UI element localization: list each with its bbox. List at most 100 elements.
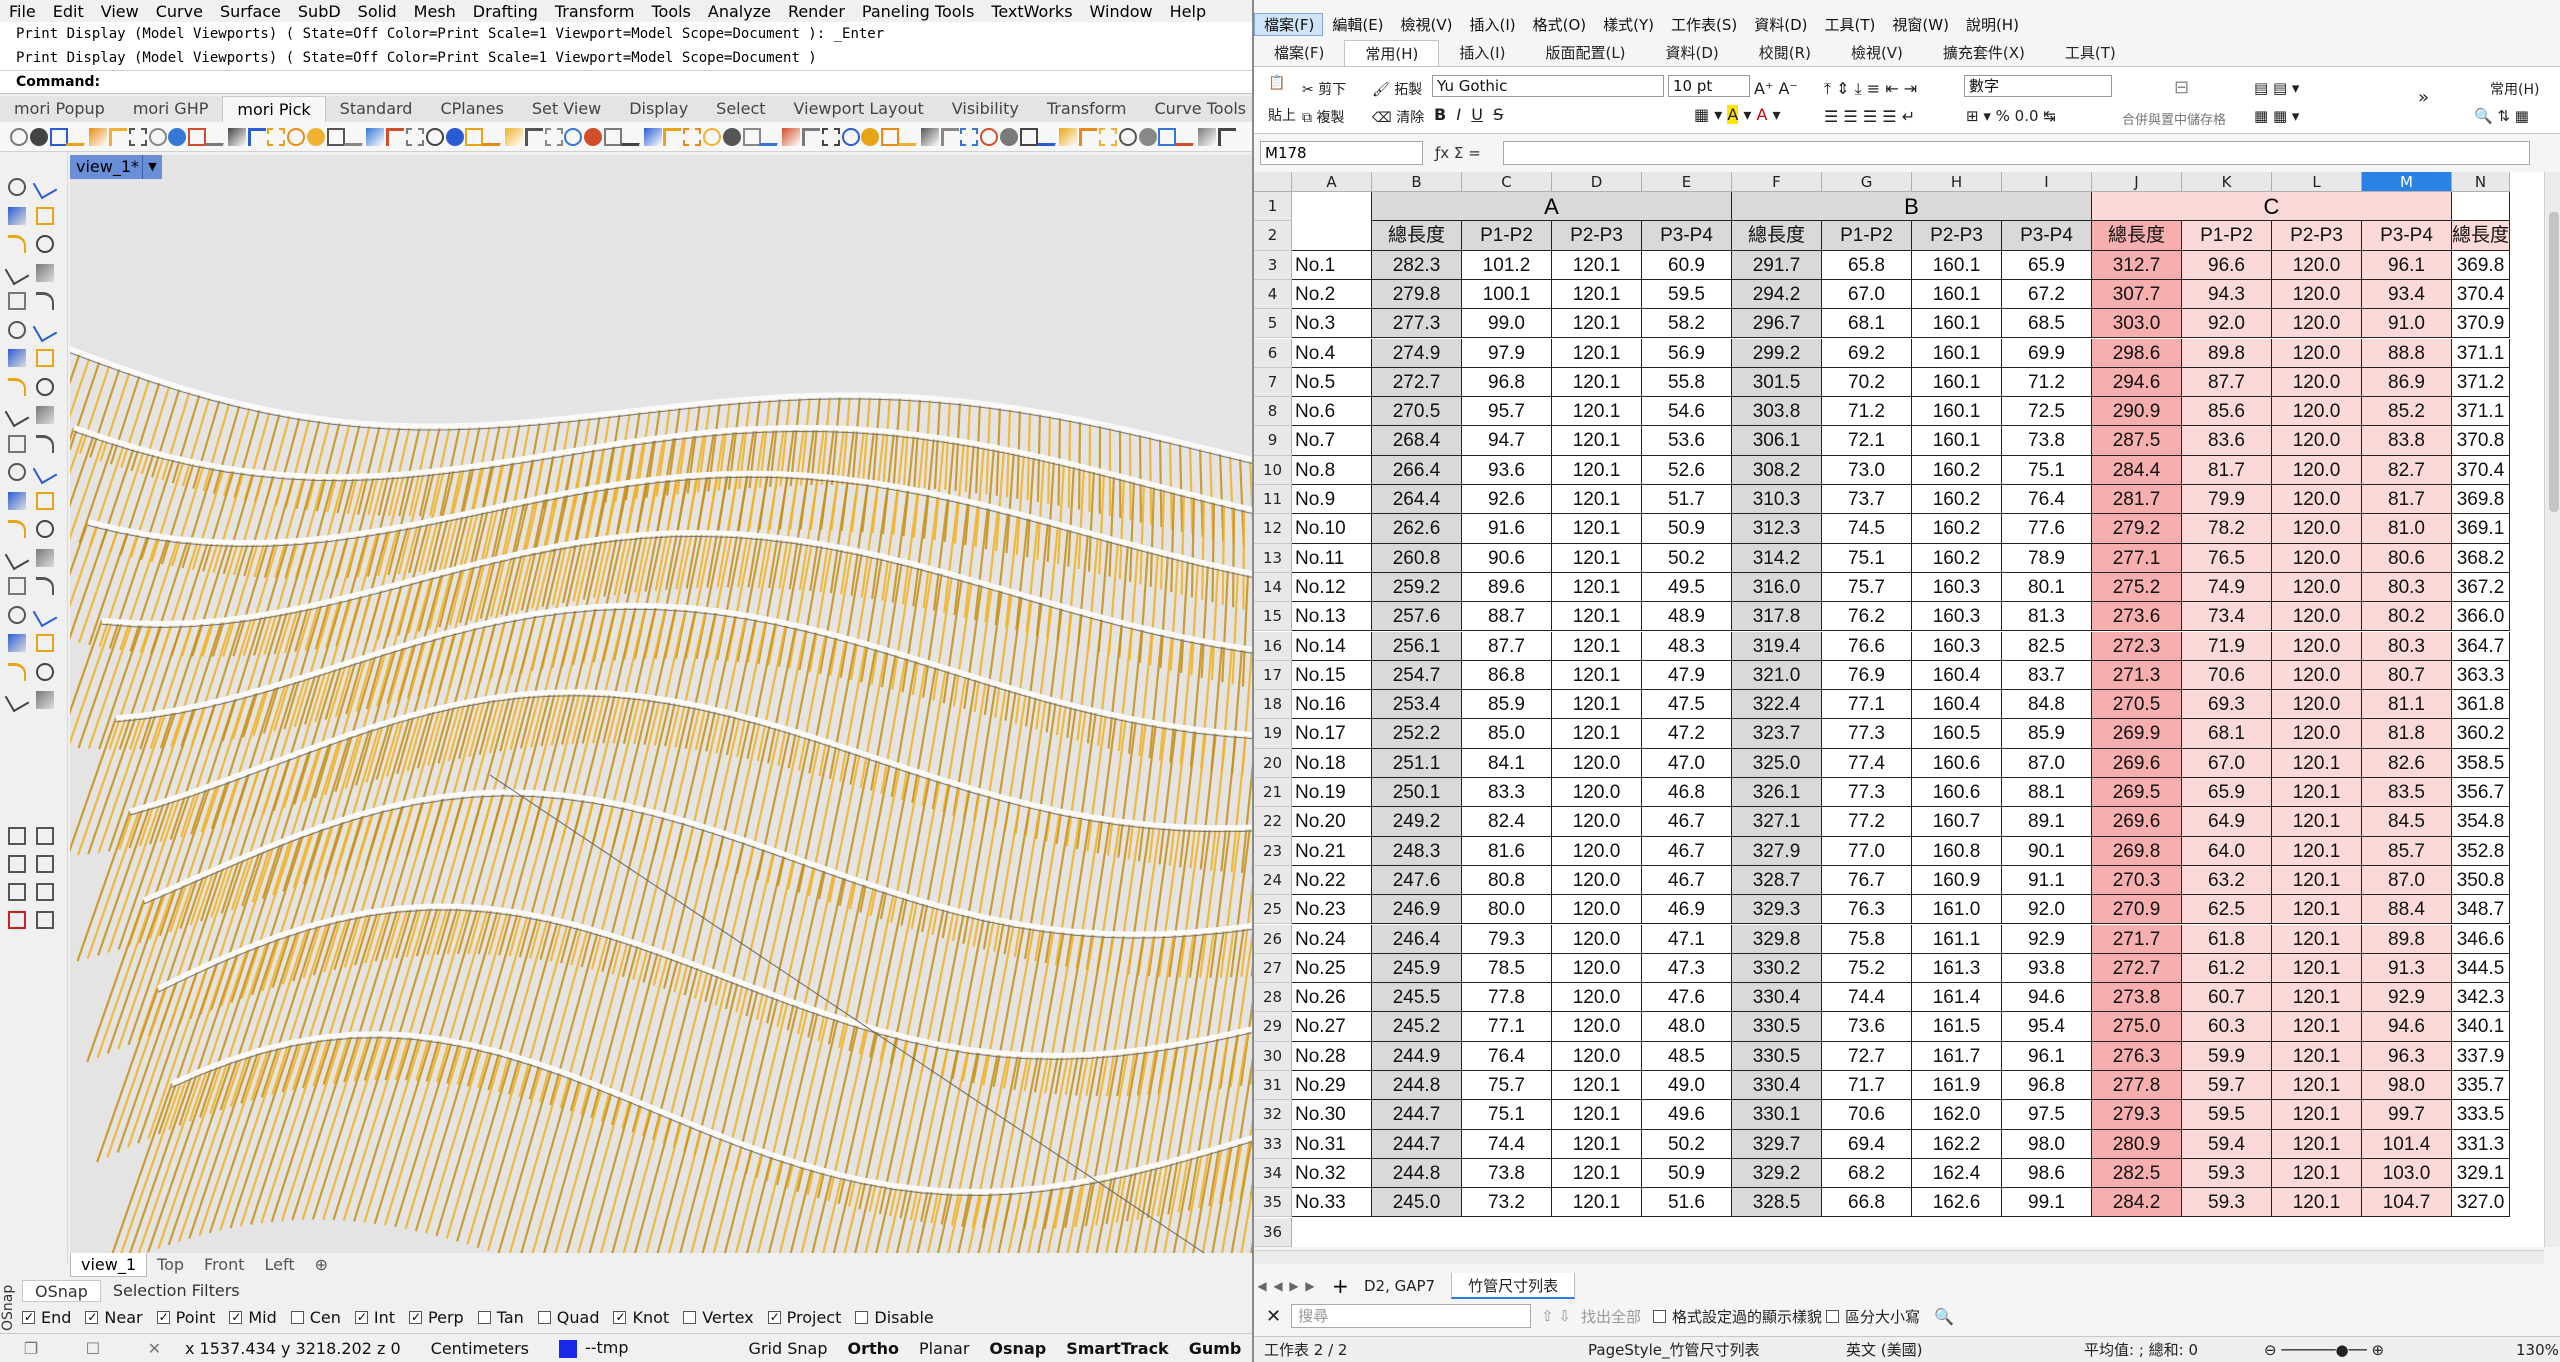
toolbar-tool-icon[interactable] <box>980 128 999 146</box>
data-cell[interactable]: 75.7 <box>1462 1071 1552 1101</box>
row-label-cell[interactable]: No.33 <box>1292 1188 1372 1218</box>
row-header[interactable]: 10 <box>1254 455 1292 485</box>
menu-surface[interactable]: Surface <box>211 2 289 21</box>
data-cell[interactable]: 160.2 <box>1912 455 2002 485</box>
data-cell[interactable]: 308.2 <box>1732 455 1822 485</box>
osnap-panel-tab-1[interactable]: Selection Filters <box>101 1280 252 1302</box>
data-cell[interactable]: 75.1 <box>2002 455 2092 485</box>
data-cell[interactable]: 250.1 <box>1372 778 1462 808</box>
toolbar-tool-icon[interactable] <box>204 128 230 146</box>
toolbar-tool-icon[interactable] <box>524 128 543 146</box>
calc-menu-4[interactable]: 格式(O) <box>1524 14 1595 35</box>
toolbar-tool-icon[interactable] <box>168 128 187 146</box>
row-label-cell[interactable]: No.14 <box>1292 631 1372 661</box>
left-tool-icon[interactable] <box>32 602 58 627</box>
ribbon-more-icon[interactable]: » <box>2418 87 2429 108</box>
border-color-icons[interactable]: ▦ ▾ A ▾ A ▾ <box>1694 105 1781 124</box>
data-cell[interactable]: 330.2 <box>1732 953 1822 984</box>
font-grow-icon[interactable]: A⁺ A⁻ <box>1754 79 1798 98</box>
data-cell[interactable]: 69.4 <box>1822 1129 1912 1159</box>
data-cell[interactable]: 160.4 <box>1912 660 2002 691</box>
perspective-viewport[interactable]: view_1* ▼ <box>70 155 1252 1253</box>
data-cell[interactable]: 55.8 <box>1642 367 1732 398</box>
data-cell[interactable]: 294.2 <box>1732 279 1822 310</box>
data-cell[interactable]: 71.2 <box>2002 367 2092 398</box>
row-header[interactable]: 1 <box>1254 192 1292 222</box>
toolbar-tool-icon[interactable] <box>386 128 405 146</box>
data-cell[interactable]: 322.4 <box>1732 690 1822 720</box>
left-tool-icon[interactable] <box>8 855 26 873</box>
data-cell[interactable]: 84.1 <box>1462 748 1552 778</box>
toolbar-tool-icon[interactable] <box>1036 128 1061 146</box>
left-tool-icon[interactable] <box>8 662 26 681</box>
toolbar-tool-icon[interactable] <box>1079 128 1098 146</box>
data-cell[interactable]: 370.4 <box>2452 279 2510 310</box>
data-cell[interactable]: 65.9 <box>2182 778 2272 808</box>
toolbar-tool-icon[interactable] <box>128 128 147 146</box>
row-label-cell[interactable]: No.31 <box>1292 1129 1372 1159</box>
data-cell[interactable]: 88.1 <box>2002 778 2092 808</box>
data-cell[interactable]: 120.0 <box>1552 807 1642 837</box>
osnap-perp[interactable]: Perp <box>409 1308 464 1327</box>
data-cell[interactable]: 65.9 <box>2002 250 2092 280</box>
data-cell[interactable]: 67.2 <box>2002 279 2092 310</box>
menu-drafting[interactable]: Drafting <box>464 2 546 21</box>
cell-style-icons[interactable]: ▦ ▦ ▾ <box>2254 107 2299 125</box>
data-cell[interactable]: 59.5 <box>2182 1100 2272 1130</box>
data-cell[interactable]: 120.1 <box>2272 1129 2362 1159</box>
number-format-field[interactable]: 數字 <box>1964 75 2112 97</box>
data-cell[interactable]: 248.3 <box>1372 836 1462 866</box>
data-cell[interactable]: 92.0 <box>2182 309 2272 339</box>
data-cell[interactable]: 88.4 <box>2362 895 2452 925</box>
toolbar-tab-mori-popup[interactable]: mori Popup <box>0 96 119 122</box>
data-cell[interactable]: 60.3 <box>2182 1012 2272 1042</box>
data-cell[interactable]: 93.6 <box>1462 455 1552 485</box>
maximize-icon[interactable]: ☐ <box>86 1339 100 1358</box>
viewport-tab-0[interactable]: view_1 <box>70 1253 148 1277</box>
data-cell[interactable]: 275.2 <box>2092 572 2182 603</box>
data-cell[interactable]: 328.5 <box>1732 1188 1822 1218</box>
data-cell[interactable]: 99.1 <box>2002 1188 2092 1218</box>
row-label-cell[interactable]: No.27 <box>1292 1012 1372 1042</box>
data-cell[interactable]: 120.1 <box>1552 690 1642 720</box>
scroll-thumb[interactable] <box>2549 212 2559 512</box>
data-cell[interactable]: 284.2 <box>2092 1188 2182 1218</box>
menu-subd[interactable]: SubD <box>289 2 349 21</box>
data-cell[interactable]: 101.2 <box>1462 250 1552 280</box>
data-cell[interactable]: 81.8 <box>2362 719 2452 749</box>
left-tool-icon[interactable] <box>8 434 26 453</box>
clear-button[interactable]: ⌫ 清除 <box>1372 107 1424 127</box>
data-cell[interactable]: 120.1 <box>1552 1158 1642 1189</box>
data-cell[interactable]: 120.0 <box>2272 602 2362 632</box>
data-cell[interactable]: 275.0 <box>2092 1012 2182 1042</box>
data-cell[interactable]: 120.1 <box>1552 397 1642 427</box>
data-cell[interactable]: 49.6 <box>1642 1100 1732 1130</box>
data-cell[interactable]: 120.1 <box>1552 1129 1642 1159</box>
find-input[interactable]: 搜尋 <box>1291 1304 1532 1328</box>
data-cell[interactable]: 371.1 <box>2452 397 2510 427</box>
data-cell[interactable]: 272.7 <box>1372 367 1462 398</box>
data-cell[interactable]: 87.7 <box>2182 367 2272 398</box>
data-cell[interactable]: 120.1 <box>1552 309 1642 339</box>
data-cell[interactable]: 82.5 <box>2002 631 2092 661</box>
left-tool-icon[interactable] <box>36 662 54 681</box>
data-cell[interactable]: 92.0 <box>2002 895 2092 925</box>
row-header[interactable]: 36 <box>1254 1217 1292 1247</box>
data-cell[interactable]: 330.5 <box>1732 1041 1822 1071</box>
data-cell[interactable]: 48.9 <box>1642 602 1732 632</box>
left-tool-icon[interactable] <box>36 827 54 845</box>
row-header[interactable]: 12 <box>1254 514 1292 544</box>
row-label-cell[interactable]: No.7 <box>1292 426 1372 456</box>
row-label-cell[interactable]: No.21 <box>1292 836 1372 866</box>
osnap-panel-tab-0[interactable]: OSnap <box>22 1280 101 1302</box>
data-cell[interactable]: 256.1 <box>1372 631 1462 661</box>
row-label-cell[interactable]: No.8 <box>1292 455 1372 485</box>
data-cell[interactable]: 160.6 <box>1912 778 2002 808</box>
row-label-cell[interactable]: No.25 <box>1292 953 1372 984</box>
data-cell[interactable]: 120.1 <box>2272 865 2362 896</box>
menu-edit[interactable]: Edit <box>44 2 92 21</box>
row-label-cell[interactable]: No.22 <box>1292 865 1372 896</box>
row-header[interactable]: 9 <box>1254 426 1292 456</box>
data-cell[interactable]: 330.4 <box>1732 1071 1822 1101</box>
data-cell[interactable]: 59.9 <box>2182 1041 2272 1071</box>
